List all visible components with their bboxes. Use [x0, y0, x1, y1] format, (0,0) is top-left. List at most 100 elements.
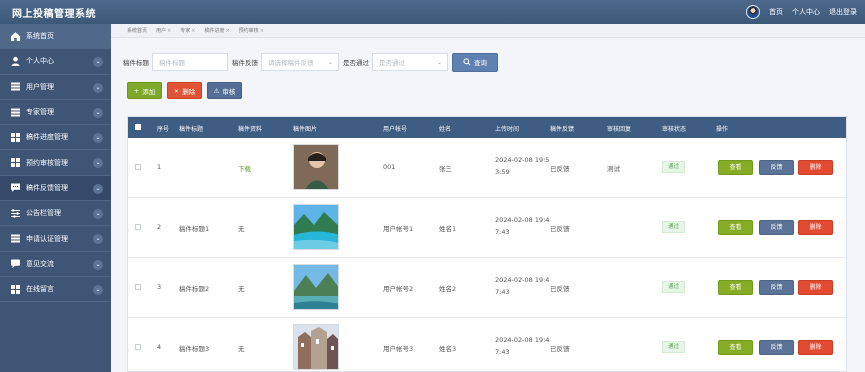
status-badge: 通过	[662, 341, 686, 353]
row-delete-button[interactable]: 删除	[798, 280, 833, 295]
close-icon[interactable]: ×	[191, 28, 195, 34]
warning-icon: ⚠	[213, 86, 220, 95]
sidebar-item-expert-management[interactable]: 专家管理 ⌄	[0, 100, 111, 126]
table-row[interactable]: 1 下载 001 张三 2024-02-08 19:5 3:59 已反馈 测试 …	[128, 138, 846, 198]
select-all-checkbox[interactable]	[135, 124, 141, 130]
grid-icon	[10, 132, 21, 143]
top-nav: 首页 个人中心 退出登录	[746, 4, 857, 20]
top-nav-profile-link[interactable]: 个人中心	[792, 7, 820, 17]
sidebar-item-bulletin-management[interactable]: 公告栏管理 ⌄	[0, 201, 111, 227]
manuscript-feedback-label: 稿件反馈	[232, 59, 258, 67]
grid-icon	[10, 284, 21, 295]
chevron-down-icon: ⌄	[93, 183, 103, 194]
status-badge: 通过	[662, 281, 686, 293]
row-delete-button[interactable]: 删除	[798, 160, 833, 175]
feedback-button[interactable]: 反馈	[759, 160, 794, 175]
chevron-down-icon: ⌄	[93, 259, 103, 270]
list-icon	[10, 233, 21, 244]
row-delete-button[interactable]: 删除	[798, 340, 833, 355]
chevron-down-icon: ⌄	[93, 234, 103, 245]
pass-label: 是否通过	[343, 59, 369, 67]
table-row[interactable]: 4 稿件标题3 无 用户帐号3 姓名3 2024-02-08 19:4 7:43…	[128, 318, 846, 371]
list-icon	[10, 81, 21, 92]
sidebar-item-certification[interactable]: 申请认证管理 ⌄	[0, 226, 111, 252]
status-badge: 通过	[662, 161, 686, 173]
chevron-down-icon: ⌄	[93, 158, 103, 169]
person-icon	[10, 56, 21, 67]
manuscript-thumbnail[interactable]	[293, 264, 339, 310]
search-icon	[463, 58, 471, 66]
manuscript-feedback-select[interactable]: 请选择稿件反馈 ⌄	[261, 53, 339, 71]
sidebar: 系统首页 个人中心 ⌄ 用户管理 ⌄ 专家管理 ⌄ 稿件进度管理 ⌄ 预约审核管…	[0, 24, 111, 372]
avatar[interactable]	[746, 5, 760, 19]
chat-icon	[10, 182, 21, 193]
grid-icon	[10, 157, 21, 168]
close-icon[interactable]: ×	[260, 28, 264, 34]
sidebar-item-online-message[interactable]: 在线留言 ⌄	[0, 277, 111, 303]
row-checkbox[interactable]	[135, 344, 141, 350]
search-bar: 稿件标题 稿件标题 稿件反馈 请选择稿件反馈 ⌄ 是否通过 是否通过 ⌄ 查询	[123, 52, 498, 72]
manuscript-title-label: 稿件标题	[123, 59, 149, 67]
status-badge: 通过	[662, 221, 686, 233]
chevron-down-icon: ⌄	[93, 133, 103, 144]
feedback-button[interactable]: 反馈	[759, 340, 794, 355]
row-checkbox[interactable]	[135, 224, 141, 230]
top-bar: 网上投稿管理系统 首页 个人中心 退出登录	[0, 0, 865, 24]
action-bar: + 添加 × 删除 ⚠ 审核	[127, 82, 242, 99]
breadcrumb-item-appointment[interactable]: 预约审核×	[239, 27, 264, 34]
row-checkbox[interactable]	[135, 164, 141, 170]
download-link[interactable]: 下载	[238, 163, 251, 173]
feedback-button[interactable]: 反馈	[759, 280, 794, 295]
manuscript-thumbnail[interactable]	[293, 204, 339, 250]
message-icon	[10, 258, 21, 269]
close-icon[interactable]: ×	[225, 28, 229, 34]
manuscript-table: 序号 稿件标题 稿件资料 稿件图片 用户帐号 姓名 上传时间 稿件反馈 审核回复…	[127, 116, 847, 372]
breadcrumb-item-user[interactable]: 用户×	[156, 27, 171, 34]
add-button[interactable]: + 添加	[127, 82, 162, 99]
sidebar-item-appointment-review[interactable]: 预约审核管理 ⌄	[0, 150, 111, 176]
sidebar-item-manuscript-progress[interactable]: 稿件进度管理 ⌄	[0, 125, 111, 151]
chevron-down-icon: ⌄	[436, 59, 442, 66]
breadcrumb-item-home[interactable]: 系统首页	[127, 27, 147, 34]
sidebar-item-manuscript-feedback[interactable]: 稿件反馈管理 ⌄	[0, 175, 111, 202]
pass-select[interactable]: 是否通过 ⌄	[372, 53, 448, 71]
chevron-down-icon: ⌄	[327, 59, 333, 66]
query-button[interactable]: 查询	[452, 52, 498, 72]
top-nav-home-link[interactable]: 首页	[769, 7, 783, 17]
view-button[interactable]: 查看	[718, 340, 753, 355]
manuscript-thumbnail[interactable]	[293, 144, 339, 190]
breadcrumb-item-expert[interactable]: 专家×	[180, 27, 195, 34]
chevron-down-icon: ⌄	[93, 57, 103, 68]
sidebar-item-profile[interactable]: 个人中心 ⌄	[0, 49, 111, 75]
table-header: 序号 稿件标题 稿件资料 稿件图片 用户帐号 姓名 上传时间 稿件反馈 审核回复…	[128, 117, 846, 138]
chevron-down-icon: ⌄	[93, 107, 103, 118]
audit-button[interactable]: ⚠ 审核	[207, 82, 242, 99]
view-button[interactable]: 查看	[718, 160, 753, 175]
row-delete-button[interactable]: 删除	[798, 220, 833, 235]
home-icon	[10, 31, 21, 42]
list-icon	[10, 107, 21, 118]
logout-link[interactable]: 退出登录	[829, 7, 857, 17]
sidebar-item-home[interactable]: 系统首页	[0, 24, 111, 50]
table-row[interactable]: 2 稿件标题1 无 用户帐号1 姓名1 2024-02-08 19:4 7:43…	[128, 198, 846, 258]
table-row[interactable]: 3 稿件标题2 无 用户帐号2 姓名2 2024-02-08 19:4 7:43…	[128, 258, 846, 318]
delete-button[interactable]: × 删除	[167, 82, 202, 99]
plus-icon: +	[133, 86, 140, 95]
breadcrumb: 系统首页 用户× 专家× 稿件进度× 预约审核×	[111, 24, 865, 38]
manuscript-title-input[interactable]: 稿件标题	[152, 53, 228, 71]
close-icon: ×	[173, 86, 180, 95]
sidebar-item-user-management[interactable]: 用户管理 ⌄	[0, 75, 111, 100]
chevron-down-icon: ⌄	[93, 82, 103, 93]
row-checkbox[interactable]	[135, 284, 141, 290]
feedback-button[interactable]: 反馈	[759, 220, 794, 235]
breadcrumb-item-progress[interactable]: 稿件进度×	[204, 27, 229, 34]
chevron-down-icon: ⌄	[93, 284, 103, 295]
sidebar-item-opinion-exchange[interactable]: 意见交流 ⌄	[0, 252, 111, 277]
chevron-down-icon: ⌄	[93, 209, 103, 220]
manuscript-thumbnail[interactable]	[293, 324, 339, 370]
view-button[interactable]: 查看	[718, 280, 753, 295]
sliders-icon	[10, 208, 21, 219]
close-icon[interactable]: ×	[167, 28, 171, 34]
app-title: 网上投稿管理系统	[12, 9, 96, 20]
view-button[interactable]: 查看	[718, 220, 753, 235]
